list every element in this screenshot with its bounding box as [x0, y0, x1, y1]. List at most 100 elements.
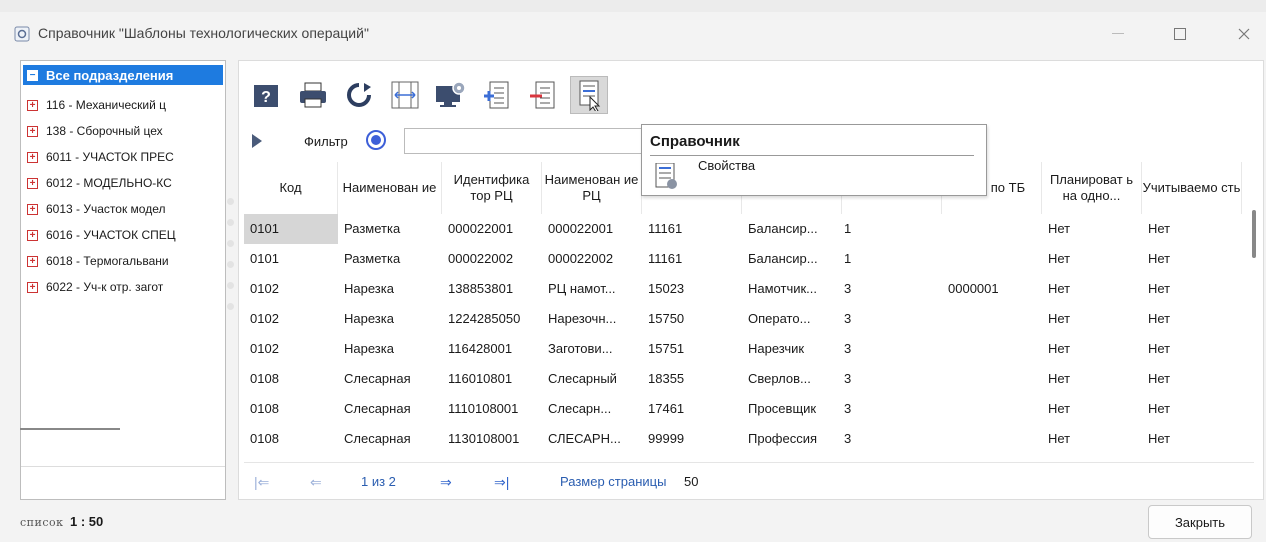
table-row[interactable]: 0101 Разметка 000022002 000022002 11161 Балан… — [244, 244, 1244, 274]
splitter-handle[interactable] — [227, 198, 235, 338]
table-row[interactable]: 0102 Нарезка 116428001 Заготови... 15751 Наре… — [244, 334, 1244, 364]
print-icon — [300, 82, 326, 108]
table-cell: Балансир... — [748, 251, 818, 266]
popup-title: Справочник — [650, 133, 740, 150]
tree-item[interactable]: +6012 - МОДЕЛЬНО-КС — [27, 173, 223, 193]
table-cell: Нет — [1148, 401, 1171, 416]
filter-input[interactable] — [404, 128, 644, 154]
tree-item[interactable]: +138 - Сборочный цех — [27, 121, 223, 141]
expand-icon[interactable]: + — [27, 255, 38, 267]
refresh-button[interactable] — [340, 76, 378, 114]
print-button[interactable] — [294, 76, 332, 114]
tree-item[interactable]: +6013 - Участок модел — [27, 199, 223, 219]
close-button[interactable]: Закрыть — [1148, 505, 1252, 539]
directory-menu-button[interactable] — [570, 76, 608, 114]
table-row[interactable]: 0108 Слесарная 1110108001 Слесарн... 17461 Пр… — [244, 394, 1244, 424]
expand-icon[interactable]: + — [27, 203, 38, 215]
column-header[interactable]: Наименован ие РЦ — [542, 162, 642, 214]
tree-item-label: 6016 - УЧАСТОК СПЕЦ — [46, 228, 176, 242]
tree-divider — [21, 466, 225, 467]
table-cell: Нет — [1048, 221, 1071, 236]
minimize-button[interactable] — [1104, 20, 1132, 48]
table-cell: Слесарн... — [548, 401, 612, 416]
first-page-icon[interactable]: |⇐ — [254, 474, 269, 491]
add-row-button[interactable] — [478, 76, 516, 114]
menu-item-properties[interactable]: Свойства — [698, 158, 755, 173]
table-cell: 15023 — [648, 281, 685, 296]
tree-root-all-departments[interactable]: − Все подразделения — [23, 65, 223, 85]
table-cell: 116010801 — [448, 371, 513, 386]
table-cell — [942, 214, 1042, 244]
filter-radio[interactable] — [366, 130, 386, 150]
expand-icon[interactable]: + — [27, 99, 38, 111]
table-row[interactable]: 0108 Слесарная 1130108001 СЛЕСАРН... 99999 Пр… — [244, 424, 1244, 454]
tree-item[interactable]: +6016 - УЧАСТОК СПЕЦ — [27, 225, 223, 245]
table-cell — [942, 334, 1042, 364]
expand-icon[interactable]: + — [27, 177, 38, 189]
tree-item-label: 6018 - Термогальвани — [46, 254, 169, 268]
table-cell: 0101 — [244, 214, 338, 244]
page-size-value[interactable]: 50 — [684, 474, 698, 489]
screen-settings-button[interactable] — [432, 76, 470, 114]
table-cell: Слесарная — [344, 401, 411, 416]
expand-icon[interactable]: + — [27, 151, 38, 163]
play-icon[interactable] — [252, 134, 262, 148]
tree-item[interactable]: +6018 - Термогальвани — [27, 251, 223, 271]
remove-row-button[interactable] — [524, 76, 562, 114]
expand-icon[interactable]: + — [27, 281, 38, 293]
expand-icon[interactable]: + — [27, 125, 38, 137]
table-cell: Просевщик — [748, 401, 817, 416]
table-cell: 0102 — [250, 281, 279, 296]
table-cell: 138853801 — [448, 281, 514, 296]
column-header[interactable]: Планироват ь на одно... — [1042, 162, 1142, 214]
department-tree[interactable]: − Все подразделения +116 - Механический … — [20, 60, 226, 500]
grid-vertical-scrollbar[interactable] — [1252, 210, 1256, 258]
table-cell: 116428001 — [448, 341, 513, 356]
column-header[interactable]: Наименован ие — [338, 162, 442, 214]
data-grid: Код Наименован ие Идентифика тор РЦ Наим… — [244, 162, 1252, 458]
column-header[interactable]: Код — [244, 162, 338, 214]
table-cell: 18355 — [648, 371, 685, 386]
table-cell: 1130108001 — [448, 431, 520, 446]
pager-divider — [244, 462, 1254, 463]
page-size-label: Размер страницы — [560, 474, 667, 489]
table-cell: 3 — [844, 281, 852, 296]
remove-row-icon — [530, 81, 555, 109]
table-cell: Нет — [1048, 311, 1071, 326]
table-cell: 1 — [844, 221, 852, 236]
pager: |⇐ ⇐ 1 из 2 ⇒ ⇒| Размер страницы 50 — [244, 468, 1254, 496]
table-row[interactable]: 0108 Слесарная 116010801 Слесарный 18355 Свер… — [244, 364, 1244, 394]
tree-item[interactable]: +6022 - Уч-к отр. загот — [27, 277, 223, 297]
next-page-icon[interactable]: ⇒ — [440, 474, 452, 491]
help-button[interactable]: ? — [248, 76, 286, 114]
table-cell: Нарезчик — [748, 341, 805, 356]
table-cell: Нет — [1148, 431, 1171, 446]
tree-root-label: Все подразделения — [46, 67, 174, 83]
close-window-button[interactable] — [1230, 20, 1258, 48]
table-row[interactable]: 0102 Нарезка 1224285050 Нарезочн... 15750 Опе… — [244, 304, 1244, 334]
tree-item-label: 138 - Сборочный цех — [46, 124, 163, 138]
expand-icon[interactable]: + — [27, 229, 38, 241]
fit-columns-button[interactable] — [386, 76, 424, 114]
table-cell: Нет — [1148, 311, 1171, 326]
tree-item[interactable]: +116 - Механический ц — [27, 95, 223, 115]
previous-page-icon[interactable]: ⇐ — [310, 474, 322, 491]
table-cell: Слесарный — [548, 371, 617, 386]
background-strip — [0, 0, 1266, 12]
table-cell — [942, 244, 1042, 274]
directory-popup-menu: Справочник Свойства — [641, 124, 987, 196]
column-header[interactable]: Учитываемо сть — [1142, 162, 1242, 214]
tree-item[interactable]: +6011 - УЧАСТОК ПРЕС — [27, 147, 223, 167]
monitor-settings-icon — [436, 81, 466, 107]
table-row[interactable]: 0102 Нарезка 138853801 РЦ намот... 15023 Намо… — [244, 274, 1244, 304]
page-info: 1 из 2 — [361, 474, 396, 489]
last-page-icon[interactable]: ⇒| — [494, 474, 509, 491]
table-cell: Нет — [1048, 401, 1071, 416]
tree-horizontal-scrollbar[interactable] — [20, 428, 120, 430]
maximize-button[interactable] — [1166, 20, 1194, 48]
collapse-icon[interactable]: − — [27, 69, 38, 81]
status-label: список — [20, 516, 64, 529]
column-header[interactable]: Идентифика тор РЦ — [442, 162, 542, 214]
table-row[interactable]: 0101 Разметка 000022001 000022001 11161 Балан… — [244, 214, 1244, 244]
toolbar: ? — [248, 70, 616, 120]
